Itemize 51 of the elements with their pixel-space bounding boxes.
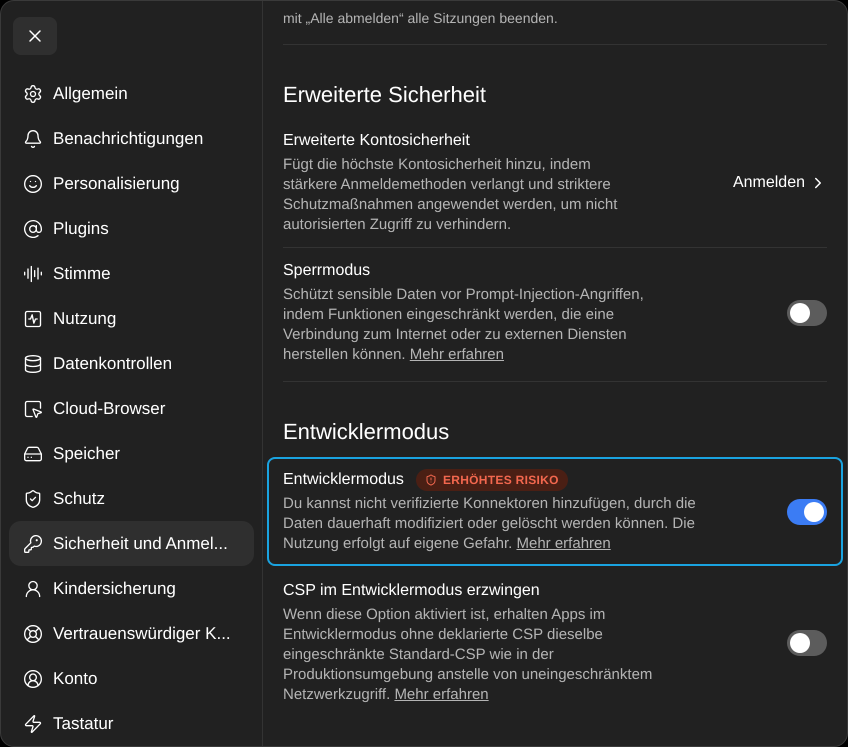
sidebar-item[interactable]: Konto [9, 656, 254, 701]
sidebar-item[interactable]: Schutz [9, 476, 254, 521]
learn-more-link[interactable]: Mehr erfahren [394, 686, 489, 703]
setting-title: CSP im Entwicklermodus erzwingen [283, 581, 540, 601]
sidebar-item[interactable]: Plugins [9, 206, 254, 251]
lightning-icon [23, 714, 43, 734]
drive-icon [23, 444, 43, 464]
shield-check-icon [23, 488, 43, 508]
sidebar-item[interactable]: Benachrichtigungen [9, 116, 254, 161]
setting-description: Wenn diese Option aktiviert ist, erhalten Apps im Entwicklermodus ohne deklarierte CSP dieselbe eingeschränkte Standard-CSP wie in der Produktionsumgebung anstelle von uneingeschränktem Netzwerkzugriff. Mehr erfahren [283, 605, 654, 705]
settings-icon [23, 84, 43, 104]
activity-chart-icon [23, 308, 43, 328]
setting-title: Entwicklermodus [283, 470, 404, 490]
sidebar-item[interactable]: Kindersicherung [9, 566, 254, 611]
database-icon [23, 354, 43, 374]
key-icon [23, 534, 43, 554]
section-heading: Entwicklermodus [283, 418, 450, 446]
setting-description: Schützt sensible Daten vor Prompt-Injection-Angriffen, indem Funktionen eingeschränkt werden, die eine Verbindung zum Internet oder zu externen Diensten herstellen können. Mehr erfahren [283, 285, 645, 365]
toggle-switch[interactable] [787, 498, 827, 524]
audio-lines-icon [23, 264, 43, 284]
bell-icon [23, 128, 43, 148]
setting-title: Sperrmodus [283, 261, 370, 281]
setting-title: Erweiterte Kontosicherheit [283, 131, 470, 151]
toggle-switch[interactable] [787, 630, 827, 656]
at-sign-icon [23, 218, 43, 238]
learn-more-link[interactable]: Mehr erfahren [410, 346, 504, 363]
sign-in-link[interactable]: Anmelden [732, 170, 827, 194]
sidebar-item[interactable]: Sicherheit und Anmel... [9, 521, 254, 566]
sidebar-item[interactable]: Vertrauenswürdiger K... [9, 611, 254, 656]
pointer-window-icon [23, 398, 43, 418]
sidebar-item[interactable]: Personalisierung [9, 161, 254, 206]
sidebar-item[interactable]: Tastatur [9, 701, 254, 746]
sidebar-item[interactable]: Allgemein [9, 71, 254, 116]
toggle-switch[interactable] [787, 300, 827, 326]
close-button[interactable] [13, 17, 57, 55]
learn-more-link[interactable]: Mehr erfahren [516, 535, 611, 552]
sidebar-item[interactable]: Cloud-Browser [9, 386, 254, 431]
shield-alert-icon [424, 474, 437, 486]
risk-badge: ERHÖHTES RISIKO [416, 469, 568, 491]
section-heading: Erweiterte Sicherheit [283, 81, 487, 109]
sidebar-item[interactable]: Nutzung [9, 296, 254, 341]
sidebar-item[interactable]: Datenkontrollen [9, 341, 254, 386]
sidebar-item[interactable]: Speicher [9, 431, 254, 476]
setting-description: Fügt die höchste Kontosicherheit hinzu, indem stärkere Anmeldemethoden verlangt und striktere Schutzmaßnahmen angewendet werden, um nicht autorisierten Zugriff zu verhindern. [283, 155, 618, 235]
description-text: mit „Alle abmelden“ alle Sitzungen beenden. [283, 9, 559, 28]
lifebuoy-icon [23, 624, 43, 644]
account-icon [23, 668, 43, 688]
setting-description: Du kannst nicht verifizierte Konnektoren hinzufügen, durch die Daten dauerhaft modifiziert oder gelöscht werden können. Die Nutzung erfolgt auf eigene Gefahr. Mehr erfahren [283, 494, 697, 554]
smile-icon [23, 174, 43, 194]
sidebar-item[interactable]: Stimme [9, 251, 254, 296]
user-icon [23, 578, 43, 598]
